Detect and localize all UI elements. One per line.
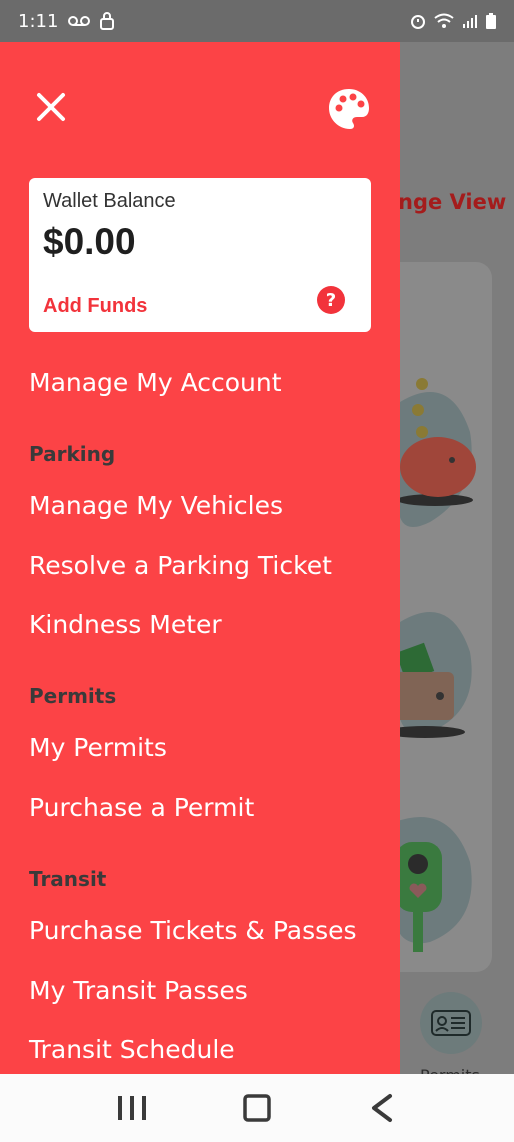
wallet-amount: $0.00 xyxy=(43,221,136,262)
wifi-icon xyxy=(434,13,454,29)
section-header-permits: Permits xyxy=(29,684,117,708)
wallet-card: Wallet Balance $0.00 Add Funds ? xyxy=(29,178,371,332)
menu-item-my-permits[interactable]: My Permits xyxy=(29,733,167,762)
system-nav-bar xyxy=(0,1074,514,1142)
change-view-link: nge View xyxy=(398,190,507,214)
alarm-icon xyxy=(410,13,426,29)
menu-item-purchase-permit[interactable]: Purchase a Permit xyxy=(29,793,254,822)
navigation-drawer: Wallet Balance $0.00 Add Funds ? Manage … xyxy=(0,42,400,1074)
lock-icon xyxy=(100,12,115,30)
status-bar: 1:11 xyxy=(0,0,514,42)
add-funds-link[interactable]: Add Funds xyxy=(43,295,147,318)
section-header-transit: Transit xyxy=(29,867,107,891)
close-icon[interactable] xyxy=(32,88,70,126)
recent-apps-icon[interactable] xyxy=(110,1086,154,1130)
palette-icon[interactable] xyxy=(326,86,372,132)
menu-item-my-transit-passes[interactable]: My Transit Passes xyxy=(29,976,248,1005)
signal-icon xyxy=(462,13,478,29)
status-time: 1:11 xyxy=(18,10,59,32)
menu-item-manage-my-account[interactable]: Manage My Account xyxy=(29,368,282,397)
home-icon[interactable] xyxy=(235,1086,279,1130)
menu-item-manage-my-vehicles[interactable]: Manage My Vehicles xyxy=(29,491,283,520)
menu-item-transit-schedule[interactable]: Transit Schedule xyxy=(29,1035,235,1064)
battery-icon xyxy=(486,13,496,29)
voicemail-icon xyxy=(68,15,91,27)
section-header-parking: Parking xyxy=(29,442,116,466)
help-icon[interactable]: ? xyxy=(317,286,345,314)
permits-tab-icon xyxy=(420,992,482,1054)
menu-item-kindness-meter[interactable]: Kindness Meter xyxy=(29,610,222,639)
menu-item-resolve-parking-ticket[interactable]: Resolve a Parking Ticket xyxy=(29,551,332,580)
wallet-title: Wallet Balance xyxy=(43,190,176,212)
menu-item-purchase-tickets-passes[interactable]: Purchase Tickets & Passes xyxy=(29,916,357,945)
back-icon[interactable] xyxy=(360,1086,404,1130)
